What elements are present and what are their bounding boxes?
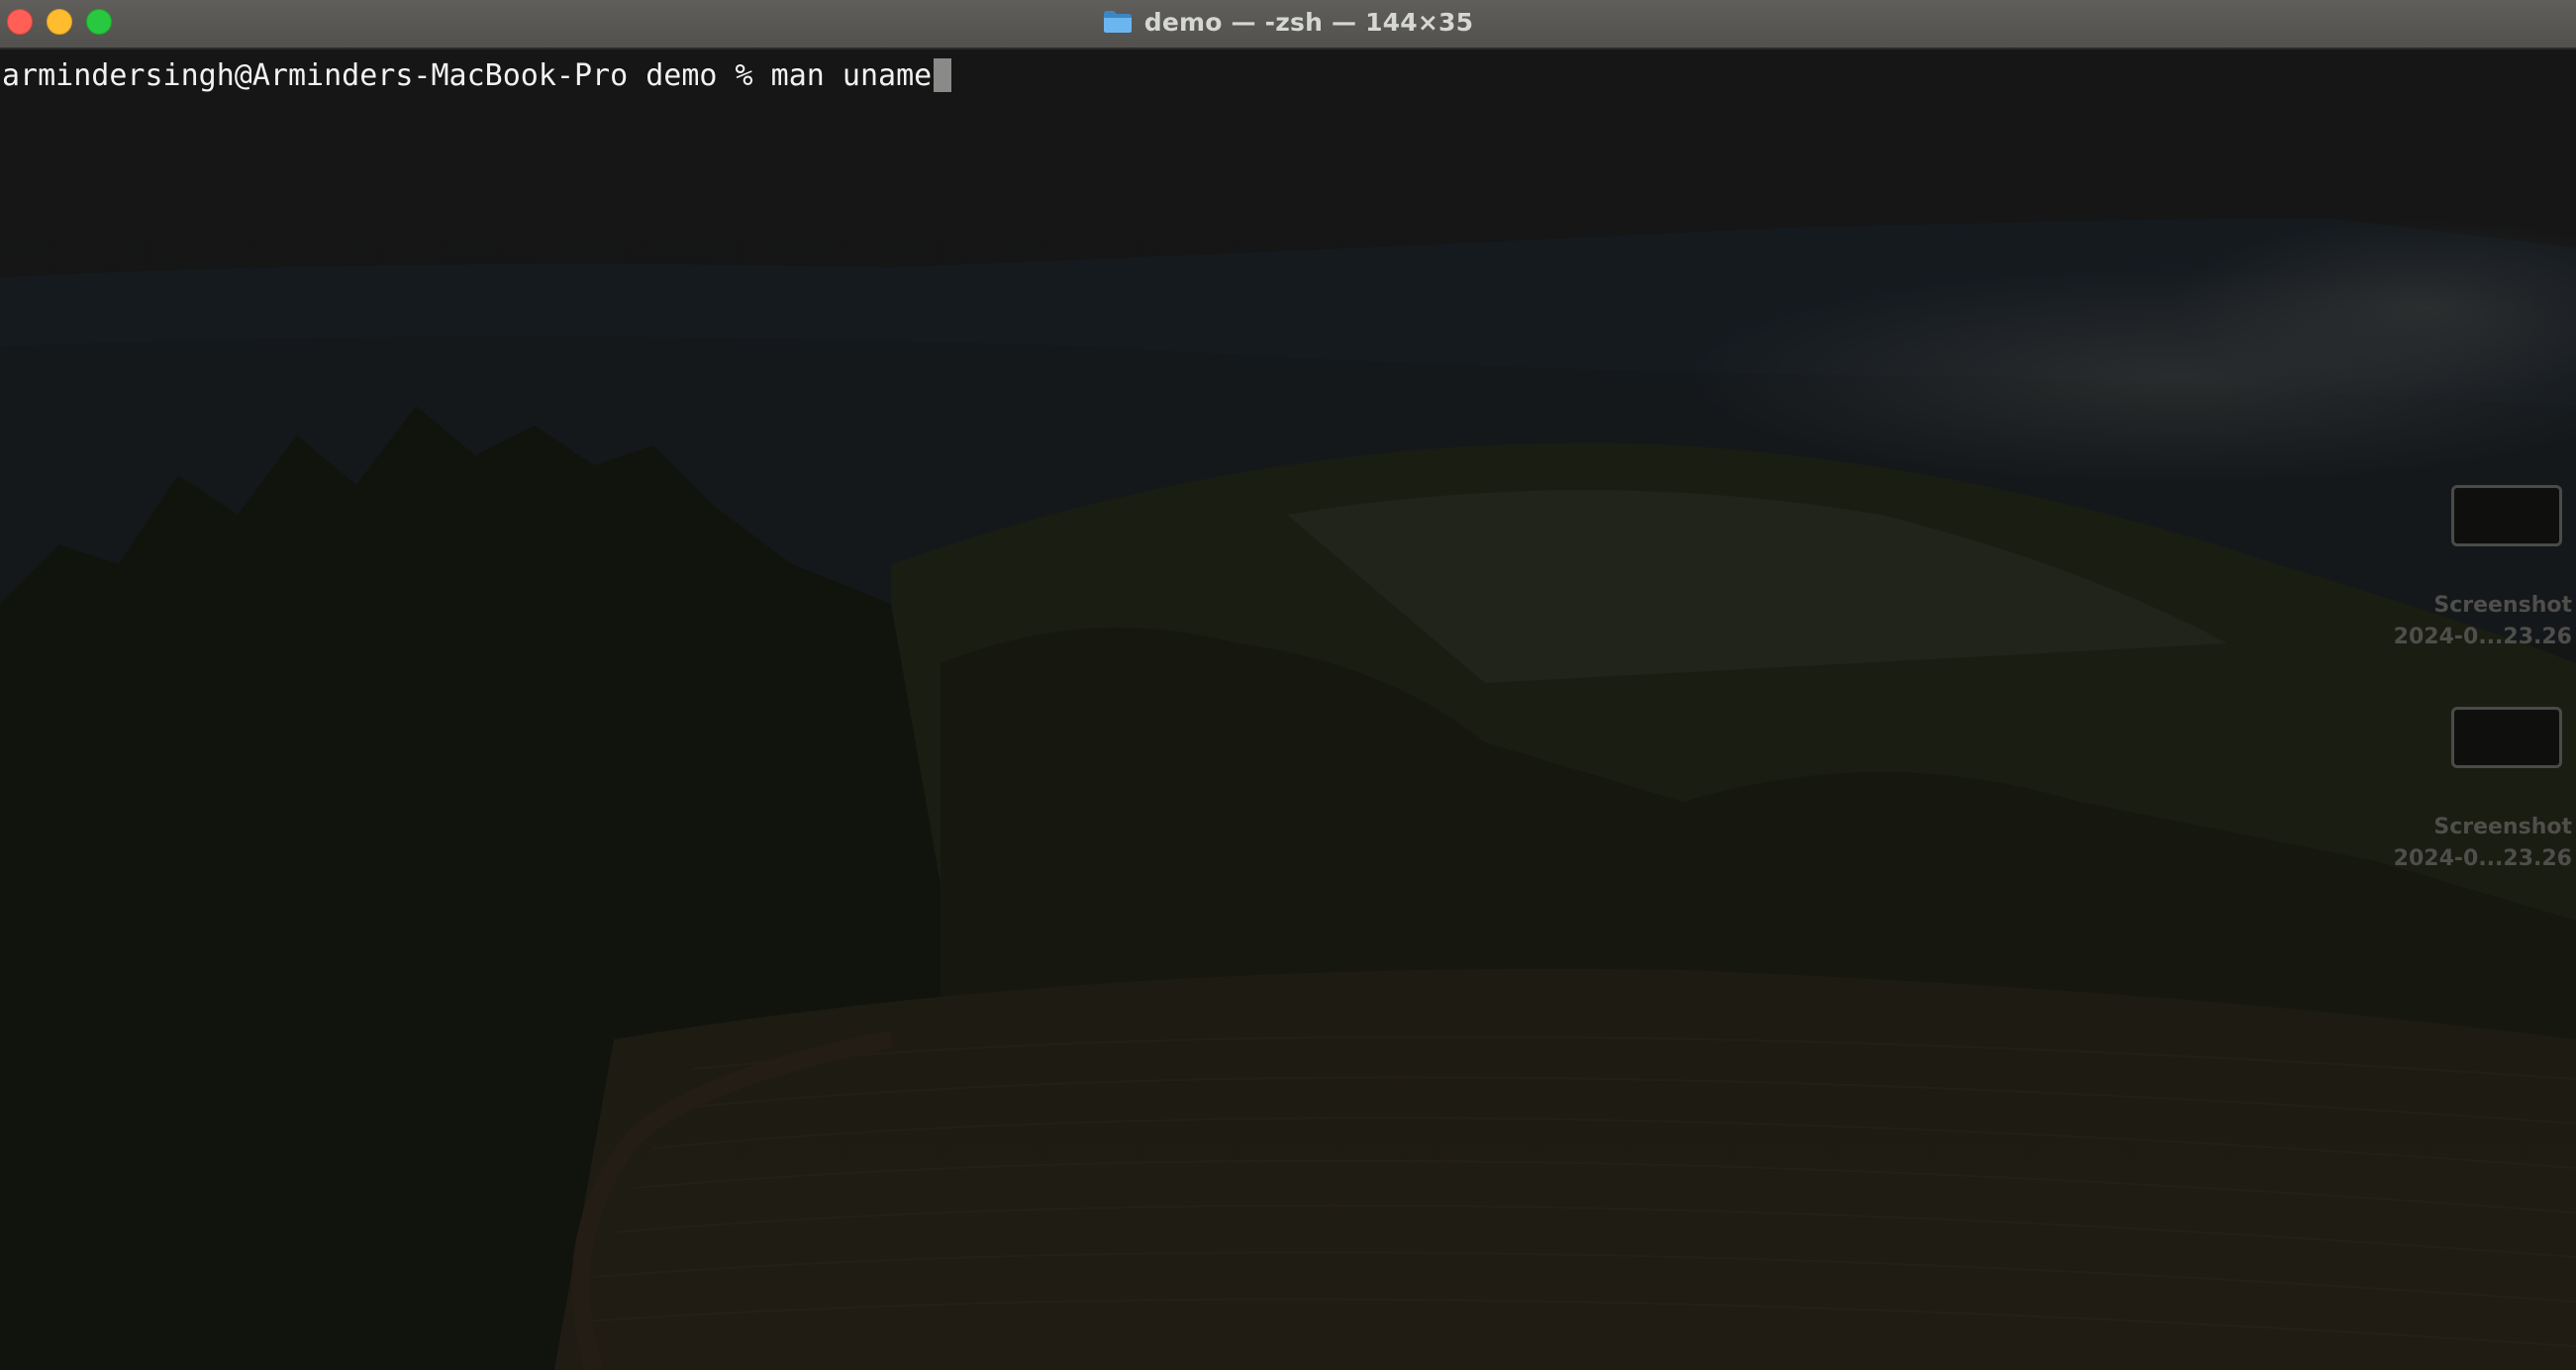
- terminal-prompt-line[interactable]: armindersingh@Arminders-MacBook-Pro demo…: [2, 54, 952, 96]
- desktop-wallpaper: [0, 49, 2576, 1370]
- file-name-line2: 2024-0...23.26: [2393, 625, 2572, 649]
- folder-icon: [1103, 10, 1133, 34]
- terminal-content[interactable]: armindersingh@Arminders-MacBook-Pro demo…: [0, 49, 2576, 1370]
- file-name-line1: Screenshot: [2433, 593, 2572, 618]
- window-title-group: demo — -zsh — 144×35: [0, 0, 2576, 44]
- shell-prompt: armindersingh@Arminders-MacBook-Pro demo…: [2, 57, 771, 93]
- terminal-window: demo — -zsh — 144×35 armindersingh@Armin…: [0, 0, 2576, 1370]
- title-bar[interactable]: demo — -zsh — 144×35: [0, 0, 2576, 49]
- file-name-line2: 2024-0...23.26: [2393, 846, 2572, 871]
- desktop-file-screenshot-2[interactable]: Screenshot 2024-0...23.26: [2338, 707, 2576, 875]
- file-thumbnail: [2451, 485, 2562, 546]
- desktop-file-screenshot-1[interactable]: Screenshot 2024-0...23.26: [2338, 485, 2576, 653]
- file-name-line1: Screenshot: [2433, 815, 2572, 839]
- window-title: demo — -zsh — 144×35: [1143, 7, 1474, 37]
- file-thumbnail: [2451, 707, 2562, 768]
- text-cursor: [934, 58, 952, 92]
- command-text[interactable]: man uname: [771, 58, 933, 93]
